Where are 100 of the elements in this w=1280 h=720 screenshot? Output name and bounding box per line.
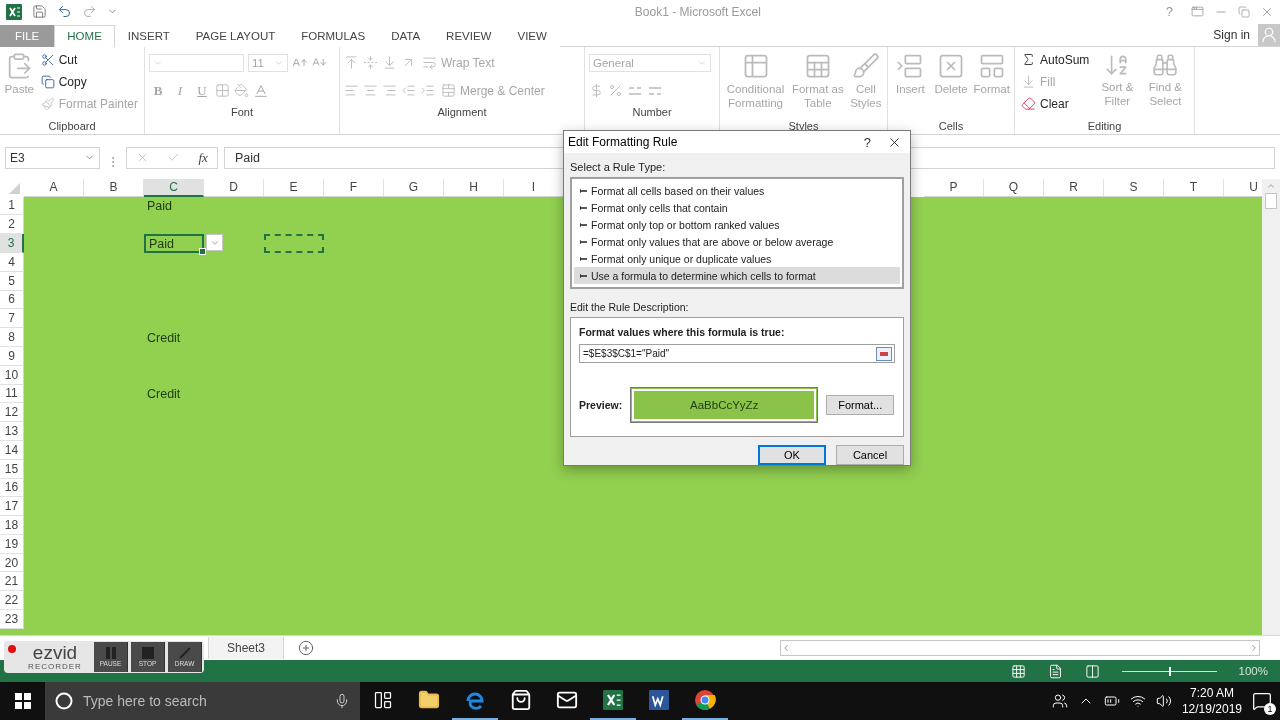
column-header[interactable]: T (1164, 178, 1224, 197)
format-button[interactable]: Format... (826, 395, 895, 415)
table-cell[interactable]: Paid (144, 234, 204, 253)
clear-button[interactable]: Clear (1019, 93, 1092, 114)
column-header[interactable]: B (84, 178, 144, 197)
column-header[interactable]: E (264, 178, 324, 197)
bottom-align-icon[interactable] (382, 55, 397, 71)
clock-time[interactable]: 7:20 AM (1189, 685, 1234, 701)
middle-align-icon[interactable] (363, 55, 378, 71)
description-label: Edit the Rule Description: (570, 301, 690, 313)
copy-button[interactable]: Copy (38, 71, 140, 92)
table-cell[interactable]: Paid (144, 196, 204, 216)
decrease-indent-icon[interactable] (401, 83, 416, 99)
row-header[interactable]: 23 (0, 610, 24, 629)
fill-handle[interactable] (199, 247, 206, 255)
sheet-tab[interactable]: Sheet3 (208, 637, 285, 660)
wifi-icon[interactable] (1129, 693, 1146, 709)
row-header[interactable]: 17 (0, 497, 24, 517)
vertical-scrollbar[interactable] (1262, 178, 1280, 636)
collapse-dialog-icon[interactable] (876, 346, 892, 361)
row-header[interactable]: 13 (0, 422, 24, 441)
ok-button[interactable]: OK (758, 445, 826, 465)
people-icon[interactable] (1051, 693, 1068, 709)
zoom-thumb[interactable] (1169, 666, 1172, 676)
row-header[interactable]: 21 (0, 572, 24, 592)
row-header[interactable]: 18 (0, 516, 24, 535)
page-break-icon[interactable] (1084, 663, 1100, 679)
row-header[interactable]: 22 (0, 591, 24, 611)
redo-icon[interactable] (82, 4, 97, 20)
align-right-icon[interactable] (382, 83, 397, 99)
top-align-icon[interactable] (344, 55, 359, 71)
fill-color-icon[interactable] (234, 83, 249, 99)
row-header[interactable]: 7 (0, 309, 24, 329)
recorder-logo: ezvid (32, 643, 78, 662)
column-header[interactable]: C (144, 178, 204, 197)
column-header[interactable]: P (924, 178, 984, 197)
zoom-level[interactable]: 100% (1238, 665, 1268, 678)
font-color-icon[interactable] (253, 82, 269, 99)
column-header[interactable]: D (204, 178, 264, 197)
row-header[interactable]: 8 (0, 328, 24, 347)
volume-icon[interactable] (1155, 693, 1172, 709)
shopping-bag-icon (510, 689, 532, 711)
table-cell[interactable]: Credit (144, 384, 204, 404)
help-button[interactable]: ? (855, 131, 879, 153)
column-header[interactable]: G (384, 178, 444, 197)
document-app-icon (649, 690, 669, 710)
fill-down-icon (1021, 74, 1036, 90)
rule-type-item[interactable]: Format only top or bottom ranked values (574, 216, 900, 233)
notifications-icon[interactable] (1252, 691, 1272, 711)
percent-icon[interactable] (608, 83, 623, 99)
merge-cells-icon (441, 83, 456, 99)
sign-in-link[interactable]: Sign in (1213, 27, 1250, 42)
ribbon-options-icon[interactable] (1191, 5, 1204, 19)
row-header[interactable]: 12 (0, 403, 24, 423)
ribbon-tab[interactable]: HOME (54, 24, 115, 47)
row-header[interactable]: 3 (0, 234, 24, 253)
formula-input[interactable]: =$E$3$C$1="Paid" (579, 344, 895, 363)
name-box[interactable]: E3 (5, 146, 100, 169)
cancel-button[interactable]: Cancel (836, 445, 904, 465)
column-header[interactable]: R (1044, 178, 1104, 197)
paintbrush-icon (40, 96, 55, 111)
arrow-icon (580, 221, 587, 228)
column-header[interactable]: S (1104, 178, 1164, 197)
rule-type-item[interactable]: Format only cells that contain (574, 199, 900, 216)
column-header[interactable]: A (24, 178, 84, 197)
sigma-icon (1021, 52, 1036, 68)
avatar-icon[interactable] (1258, 23, 1280, 46)
page-layout-icon[interactable] (1047, 663, 1063, 679)
autosum-button[interactable]: AutoSum (1019, 49, 1092, 70)
font-name-field[interactable] (149, 53, 244, 72)
rule-type-item[interactable]: Format all cells based on their values (574, 182, 900, 199)
insert-function-button[interactable]: fx (198, 149, 208, 166)
battery-icon[interactable] (1103, 693, 1120, 709)
column-header[interactable]: F (324, 178, 384, 197)
group-label: Alignment (436, 104, 488, 120)
align-center-icon[interactable] (363, 83, 378, 99)
rule-type-item[interactable]: Use a formula to determine which cells to format (574, 267, 900, 284)
add-sheet-icon[interactable] (298, 640, 315, 657)
cut-button[interactable]: Cut (38, 49, 140, 70)
search-field[interactable]: Type here to search (45, 682, 360, 720)
eraser-icon (1021, 96, 1036, 112)
row-header[interactable]: 2 (0, 215, 24, 235)
rule-type-item[interactable]: Format only values that are above or below average (574, 233, 900, 250)
scroll-thumb[interactable] (1265, 192, 1277, 209)
column-header[interactable]: H (444, 178, 504, 197)
restore-icon[interactable] (1238, 5, 1250, 18)
arrow-icon (580, 272, 587, 279)
currency-icon[interactable] (589, 83, 604, 99)
rule-type-item[interactable]: Format only unique or duplicate values (574, 250, 900, 267)
undo-icon[interactable] (57, 4, 72, 20)
borders-icon[interactable] (215, 83, 230, 99)
copy-marquee[interactable] (264, 234, 324, 253)
column-header[interactable]: Q (984, 178, 1044, 197)
clock-date[interactable]: 12/19/2019 (1181, 701, 1242, 717)
table-cell[interactable]: Credit (144, 328, 204, 347)
save-icon[interactable] (32, 4, 47, 20)
increase-indent-icon[interactable] (420, 83, 435, 99)
align-left-icon[interactable] (344, 83, 359, 99)
normal-view-icon[interactable] (1010, 663, 1026, 679)
horizontal-scrollbar[interactable] (780, 640, 1260, 657)
